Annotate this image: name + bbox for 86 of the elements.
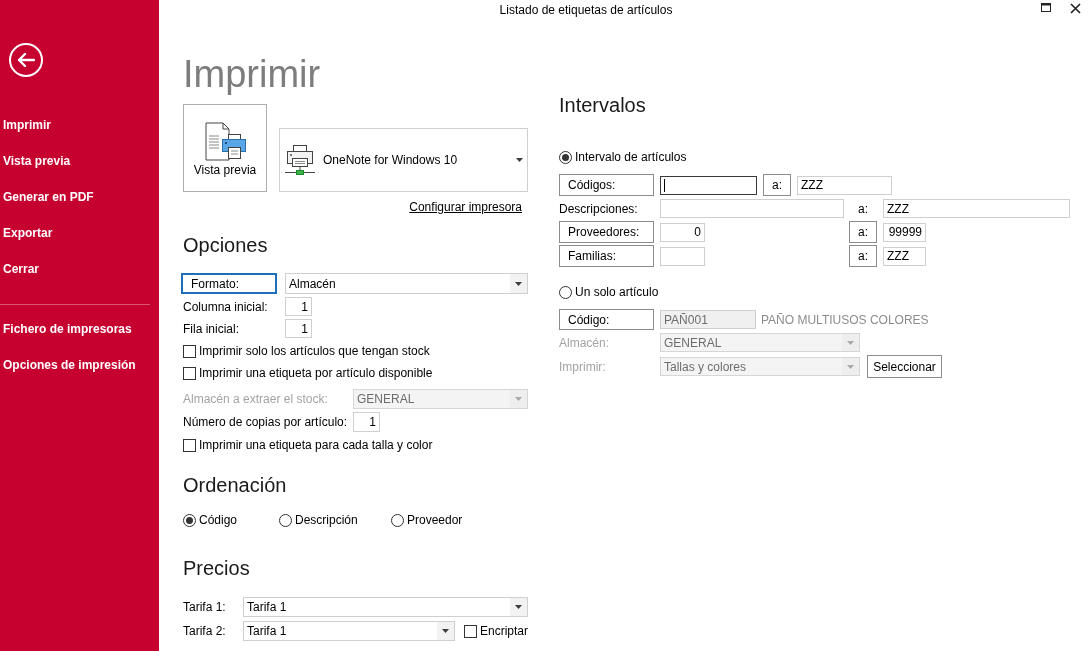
field-label: Almacén a extraer el stock: — [183, 392, 328, 406]
radio-button[interactable] — [183, 513, 196, 527]
radio-label: Descripción — [295, 513, 358, 527]
document-printer-icon — [204, 122, 246, 162]
page-title: Imprimir — [183, 52, 321, 96]
caret-icon — [516, 158, 523, 162]
field-label: Fila inicial: — [183, 321, 239, 336]
text-cursor-icon — [664, 178, 665, 192]
input-field[interactable]: ZZZ — [797, 175, 892, 195]
close-icon[interactable] — [1070, 3, 1081, 14]
caret-icon — [441, 629, 449, 633]
field-label: Tarifa 1: — [183, 600, 226, 614]
radio-button[interactable] — [559, 150, 572, 164]
dropdown-value: GENERAL — [356, 392, 416, 406]
input-field[interactable]: 0 — [660, 222, 705, 242]
print-preview-button[interactable]: Vista previa — [183, 104, 267, 192]
arrow-left-icon — [17, 53, 35, 67]
checkbox-label: Encriptar — [479, 624, 528, 638]
checkbox[interactable] — [183, 344, 196, 358]
checkbox[interactable] — [183, 438, 196, 452]
input-field[interactable]: 1 — [285, 319, 312, 338]
sidebar-item[interactable]: Opciones de impresión — [3, 358, 136, 372]
sidebar-item[interactable]: Fichero de impresoras — [3, 322, 132, 336]
checkbox-label: Imprimir una etiqueta para cada talla y color — [199, 438, 433, 452]
radio-button[interactable] — [391, 513, 404, 527]
input-field[interactable]: ZZZ — [883, 246, 926, 266]
field-label-button[interactable]: Códigos: — [559, 174, 654, 196]
maximize-icon[interactable] — [1041, 3, 1051, 12]
checkbox-label: Imprimir solo los artículos que tengan stock — [199, 344, 430, 358]
field-label: Descripciones: — [559, 201, 638, 216]
checkbox[interactable] — [183, 366, 196, 380]
field-label-button[interactable]: Familias: — [559, 245, 654, 267]
field-label: Número de copias por artículo: — [183, 415, 348, 429]
caret-icon — [515, 397, 522, 401]
radio-label: Intervalo de artículos — [575, 150, 687, 164]
radio-label: Un solo artículo — [575, 285, 659, 299]
select-button[interactable]: Seleccionar — [867, 355, 942, 378]
range-to-button[interactable]: a: — [763, 174, 791, 196]
input-field[interactable]: ZZZ — [883, 199, 1070, 218]
dropdown[interactable]: Tarifa 1 — [243, 597, 528, 617]
radio-button[interactable] — [279, 513, 292, 527]
radio-label: Proveedor — [407, 513, 463, 527]
dropdown-value: Tallas y colores — [663, 359, 748, 374]
section-heading: Opciones — [183, 233, 268, 257]
field-label: a: — [858, 201, 868, 216]
back-button[interactable] — [9, 43, 43, 77]
input-field[interactable]: 99999 — [883, 222, 926, 242]
network-printer-icon — [284, 144, 316, 176]
dropdown[interactable]: Tarifa 1 — [243, 621, 455, 641]
window-title: Listado de etiquetas de artículos — [499, 3, 673, 17]
radio-button[interactable] — [559, 285, 572, 299]
article-description: PAÑO MULTIUSOS COLORES — [761, 312, 929, 327]
field-label-button[interactable]: Formato: — [181, 273, 277, 294]
field-label: Tarifa 2: — [183, 624, 226, 638]
checkbox-label: Imprimir una etiqueta por artículo disponible — [199, 366, 433, 380]
range-to-button[interactable]: a: — [849, 221, 877, 243]
field-label-button[interactable]: Proveedores: — [559, 221, 654, 243]
caret-icon — [515, 605, 522, 609]
section-heading: Ordenación — [183, 473, 287, 497]
sidebar-item[interactable]: Imprimir — [3, 118, 51, 132]
sidebar-item[interactable]: Vista previa — [3, 154, 71, 168]
dropdown-value: Tarifa 1 — [246, 600, 288, 614]
input-field[interactable]: 1 — [285, 297, 312, 316]
range-to-button[interactable]: a: — [849, 245, 877, 267]
caret-icon — [847, 340, 854, 345]
dropdown-value: Tarifa 1 — [246, 624, 288, 638]
sidebar-item[interactable]: Generar en PDF — [3, 190, 94, 204]
printer-setup-link[interactable]: Configurar impresora — [409, 200, 522, 214]
caret-icon — [847, 364, 854, 369]
dropdown[interactable]: Almacén — [285, 273, 528, 294]
input-field[interactable]: 1 — [353, 412, 380, 432]
field-label: Columna inicial: — [183, 299, 268, 314]
sidebar-item[interactable]: Exportar — [3, 226, 53, 240]
dropdown-value: OneNote for Windows 10 — [323, 153, 459, 167]
section-heading: Intervalos — [559, 93, 646, 117]
dropdown-value: Almacén — [288, 276, 337, 291]
caret-icon — [515, 281, 522, 286]
radio-label: Código — [199, 513, 238, 527]
printer-dropdown[interactable]: OneNote for Windows 10 — [279, 128, 528, 192]
field-label: Imprimir: — [559, 359, 606, 374]
input-field[interactable] — [660, 175, 757, 195]
dropdown-value: GENERAL — [663, 335, 723, 350]
sidebar-item[interactable]: Cerrar — [3, 262, 40, 276]
section-heading: Precios — [183, 556, 250, 580]
checkbox[interactable] — [463, 624, 477, 638]
field-label: Almacén: — [559, 335, 610, 350]
